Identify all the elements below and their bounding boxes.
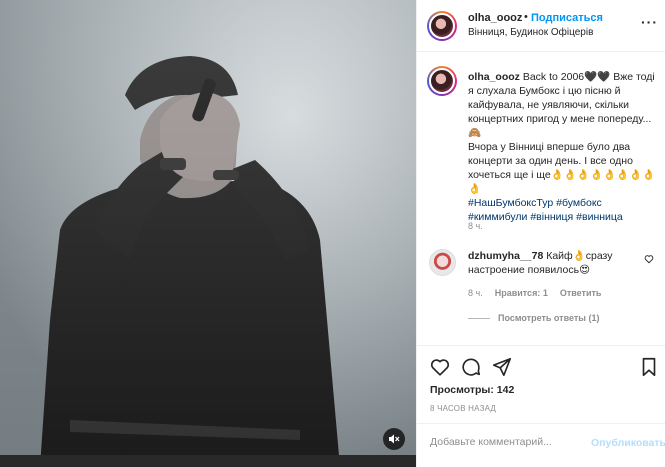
heart-icon[interactable] [429,356,451,378]
bookmark-icon[interactable] [638,356,660,378]
post-location[interactable]: Вінниця, Будинок Офіцерів [468,27,593,38]
view-replies-button[interactable]: Посмотреть ответы (1) [468,313,599,323]
comment-input[interactable] [430,436,590,448]
add-comment-bar: Опубликовать [417,423,665,467]
hashtag[interactable]: #НашБумбоксТур [468,197,553,209]
post-caption: olha_oooz Back to 2006🖤🖤 Вже тоді я слух… [468,70,660,224]
mute-icon [389,434,400,444]
hashtag[interactable]: #вінниця [530,211,573,223]
hashtag[interactable]: #винница [576,211,623,223]
author-avatar[interactable] [427,11,457,41]
comment-heart-icon[interactable] [644,254,654,267]
publish-button[interactable]: Опубликовать [591,437,665,449]
comment-meta: 8 ч. Нравится: 1 Ответить [468,288,601,298]
stage-haze [0,0,416,467]
hashtag[interactable]: #бумбокс [556,197,602,209]
more-icon[interactable]: ··· [641,14,658,30]
caption-avatar[interactable] [427,66,457,96]
caption-username[interactable]: olha_oooz [468,71,520,83]
mute-button[interactable] [383,428,405,450]
post-video[interactable] [0,0,416,467]
share-icon[interactable] [491,356,513,378]
comment-time: 8 ч. [468,288,483,298]
comment-icon[interactable] [460,356,482,378]
comment-likes[interactable]: Нравится: 1 [495,288,548,298]
follow-button[interactable]: Подписаться [531,12,603,24]
separator-dot: • [524,11,528,23]
replies-divider [468,317,490,319]
post-header: olha_oooz • Подписаться Вінниця, Будинок… [417,0,665,52]
caption-text-2: Вчора у Вінниці вперше було два концерти… [468,141,656,195]
caption-time: 8 ч. [468,221,483,231]
post-details-panel: olha_oooz • Подписаться Вінниця, Будинок… [416,0,665,467]
post-age: 8 ЧАСОВ НАЗАД [430,404,497,413]
view-replies-label: Посмотреть ответы (1) [498,313,600,323]
author-username[interactable]: olha_oooz [468,12,522,24]
views-count[interactable]: Просмотры: 142 [430,384,514,396]
post-actions: Просмотры: 142 8 ЧАСОВ НАЗАД Опубликоват… [417,345,665,467]
commenter-username[interactable]: dzhumyha__78 [468,250,543,262]
reply-button[interactable]: Ответить [560,288,602,298]
commenter-avatar[interactable] [429,249,456,276]
comment: dzhumyha__78 Кайф👌сразу настроение появи… [468,249,638,277]
